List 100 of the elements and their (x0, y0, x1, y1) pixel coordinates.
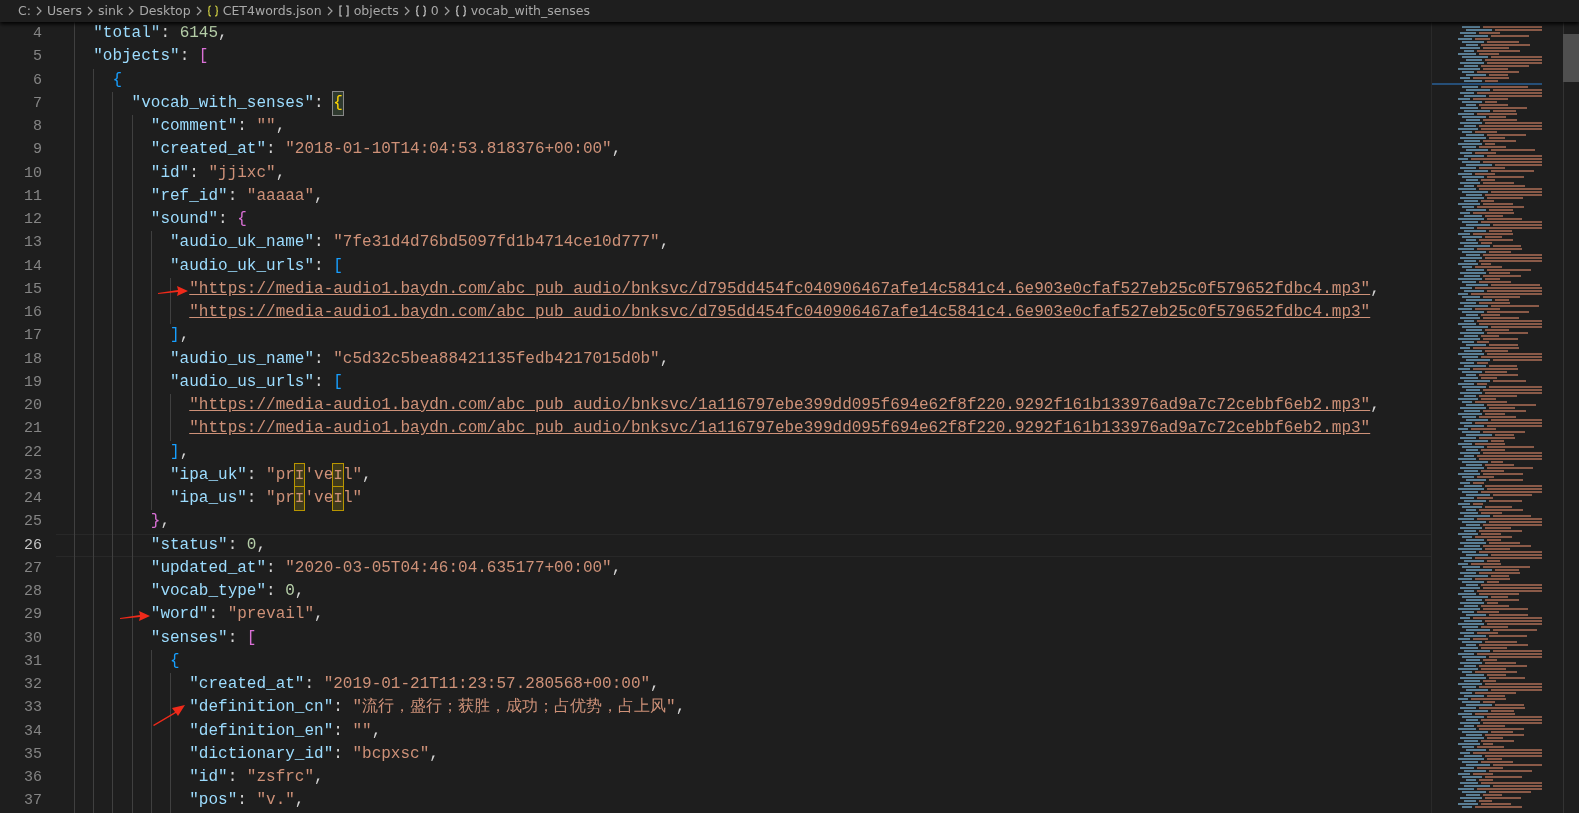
punctuation: , (256, 534, 267, 556)
line-number: 29 (23, 605, 43, 626)
punctuation: : (237, 790, 248, 812)
highlighted-character: ɪ (294, 463, 305, 487)
punctuation: : (314, 371, 325, 393)
braces-icon (414, 5, 427, 17)
chevron-icon (85, 6, 94, 16)
json-key: "status" (150, 533, 228, 557)
url-link[interactable]: "https://media-audio1.baydn.com/abc_pub_audio/bnksvc/d795dd454fc040906467afe14c5841c4.6e903e0cfaf527eb25c0f579652fdbc4.mp3" (189, 301, 1371, 325)
line-number: 11 (23, 186, 43, 207)
url-link[interactable]: "https://media-audio1.baydn.com/abc_pub_audio/bnksvc/1a116797ebe399dd095f694e62f8f220.9292f161b133976ad9a7c72cebbf6eb2.mp3" (189, 394, 1371, 418)
bracket: ] (170, 441, 180, 463)
line-number: 5 (32, 47, 43, 68)
highlighted-character: ɪ (333, 487, 343, 511)
line-number: 13 (23, 233, 43, 254)
bracket: { (333, 91, 343, 115)
json-key: "sound" (150, 208, 219, 232)
scrollbar-thumb[interactable] (1563, 34, 1579, 82)
line-number: 21 (23, 419, 43, 440)
line-number: 34 (23, 721, 43, 742)
punctuation: : (246, 488, 258, 509)
punctuation: , (218, 23, 228, 44)
punctuation: , (659, 348, 670, 370)
json-key: "audio_uk_name" (170, 231, 315, 255)
punctuation: : (246, 464, 258, 486)
json-key: "definition_en" (189, 719, 334, 743)
bracket: { (112, 69, 122, 91)
punctuation: , (1370, 278, 1380, 300)
line-number: 4 (32, 24, 43, 44)
bracket: [ (333, 371, 343, 393)
punctuation: , (275, 116, 286, 137)
line-number: 36 (23, 768, 43, 788)
string-value: "c5d32c5bea88421135fedb4217015d0b" (333, 348, 660, 370)
bracket: [ (246, 627, 257, 649)
line-number: 35 (23, 744, 43, 765)
json-key: "word" (150, 603, 209, 627)
json-key: "comment" (150, 115, 238, 139)
line-number: 6 (32, 70, 43, 91)
bracket: [ (333, 255, 343, 277)
string-value: "zsfrc" (246, 767, 315, 788)
line-number: 19 (23, 372, 43, 393)
string-value: "" (256, 116, 276, 137)
punctuation: , (294, 581, 305, 602)
line-number: 26 (23, 535, 43, 556)
json-key: "created_at" (150, 138, 267, 162)
string-value: "流行，盛行；获胜，成功；占优势，占上风" (352, 696, 676, 719)
json-key: "vocab_with_senses" (131, 91, 315, 115)
punctuation: , (650, 674, 660, 695)
braces-icon (206, 5, 219, 17)
line-number: 10 (23, 163, 43, 184)
breadcrumb-item[interactable]: 0 (430, 1, 439, 21)
brackets-icon (337, 5, 350, 17)
punctuation: : (314, 232, 325, 254)
url-link[interactable]: "https://media-audio1.baydn.com/abc_pub_audio/bnksvc/1a116797ebe399dd095f694e62f8f220.9292f161b133976ad9a7c72cebbf6eb2.mp3" (189, 417, 1371, 441)
punctuation: , (179, 325, 190, 347)
url-link[interactable]: "https://media-audio1.baydn.com/abc_pub_audio/bnksvc/d795dd454fc040906467afe14c5841c4.6e903e0cfaf527eb25c0f579652fdbc4.mp3" (189, 277, 1371, 301)
punctuation: , (314, 185, 324, 207)
json-key: "pos" (189, 789, 238, 813)
punctuation: : (266, 581, 277, 602)
line-number: 15 (23, 279, 43, 300)
string-value: "jjixc" (208, 162, 276, 184)
bracket: [ (198, 46, 209, 68)
json-key: "audio_uk_urls" (170, 254, 315, 278)
json-key: "id" (189, 766, 228, 790)
string-value: "pr (266, 464, 295, 486)
punctuation: : (333, 720, 344, 742)
string-value: "2020-03-05T04:46:04.635177+00:00" (285, 557, 612, 579)
string-value: "aaaaa" (246, 185, 315, 207)
breadcrumb-item[interactable]: Users (46, 1, 82, 21)
json-key: "senses" (150, 626, 228, 650)
breadcrumb-item[interactable]: Desktop (139, 1, 191, 21)
string-value: "7fe31d4d76bd5097fd1b4714ce10d777" (333, 232, 660, 254)
string-value: "prevail" (227, 604, 315, 626)
string-value: 've (304, 464, 334, 486)
punctuation: : (227, 534, 239, 556)
json-key: "audio_us_urls" (170, 370, 315, 394)
string-value: "bcpxsc" (352, 743, 430, 765)
file-name[interactable]: CET4words.json (222, 1, 322, 21)
chevron-icon (325, 6, 334, 16)
bracket: { (237, 209, 247, 230)
punctuation: : (314, 348, 325, 370)
json-key: "created_at" (189, 673, 305, 697)
line-number: 17 (23, 326, 43, 347)
json-key: "id" (150, 161, 190, 185)
breadcrumb-item[interactable]: vocab_with_senses (470, 1, 591, 21)
line-number: 16 (23, 303, 43, 323)
punctuation: , (179, 441, 190, 463)
json-key: "ref_id" (150, 184, 228, 208)
number-value: 6145 (179, 23, 219, 44)
chevron-icon (34, 6, 43, 16)
json-key: "updated_at" (150, 556, 267, 580)
string-value: "2019-01-21T11:23:57.280568+00:00" (323, 674, 651, 695)
breadcrumb-item[interactable]: objects (353, 1, 399, 21)
breadcrumb-item[interactable]: sink (97, 1, 124, 21)
punctuation: : (160, 23, 172, 44)
punctuation: : (227, 185, 239, 207)
breadcrumb-item[interactable]: C: (18, 1, 31, 21)
line-number: 37 (23, 791, 43, 812)
string-value: "2018-01-10T14:04:53.818376+00:00" (285, 139, 612, 161)
punctuation: , (371, 720, 382, 742)
